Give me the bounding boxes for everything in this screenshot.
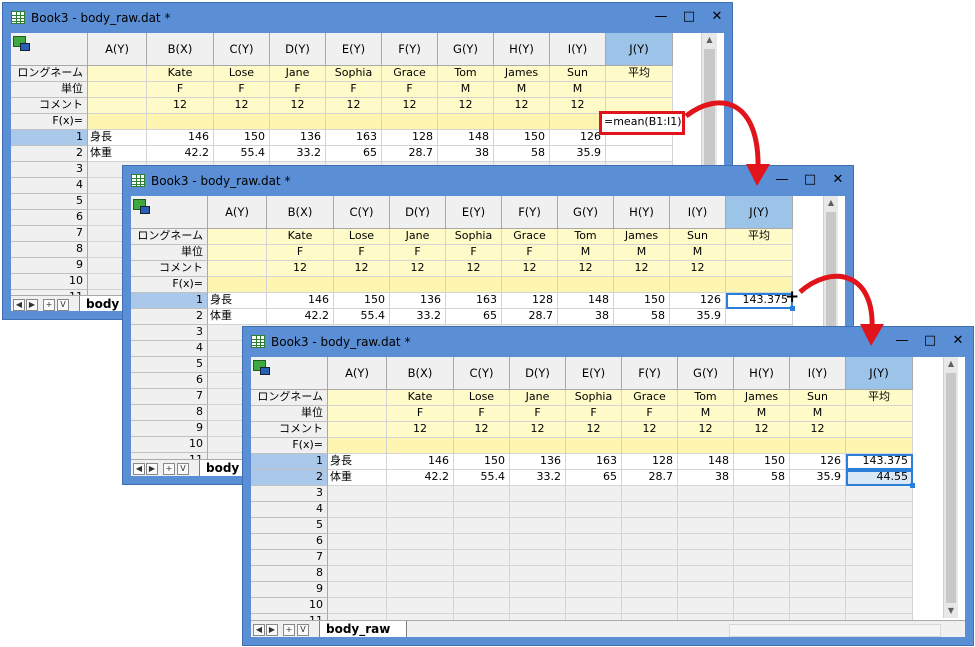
arrow-result-to-fill (798, 273, 875, 331)
annotation-arrows (684, 100, 884, 346)
arrow-head-2-icon (860, 324, 884, 346)
arrow-formula-to-result (684, 100, 761, 171)
arrow-head-1-icon (746, 164, 770, 186)
